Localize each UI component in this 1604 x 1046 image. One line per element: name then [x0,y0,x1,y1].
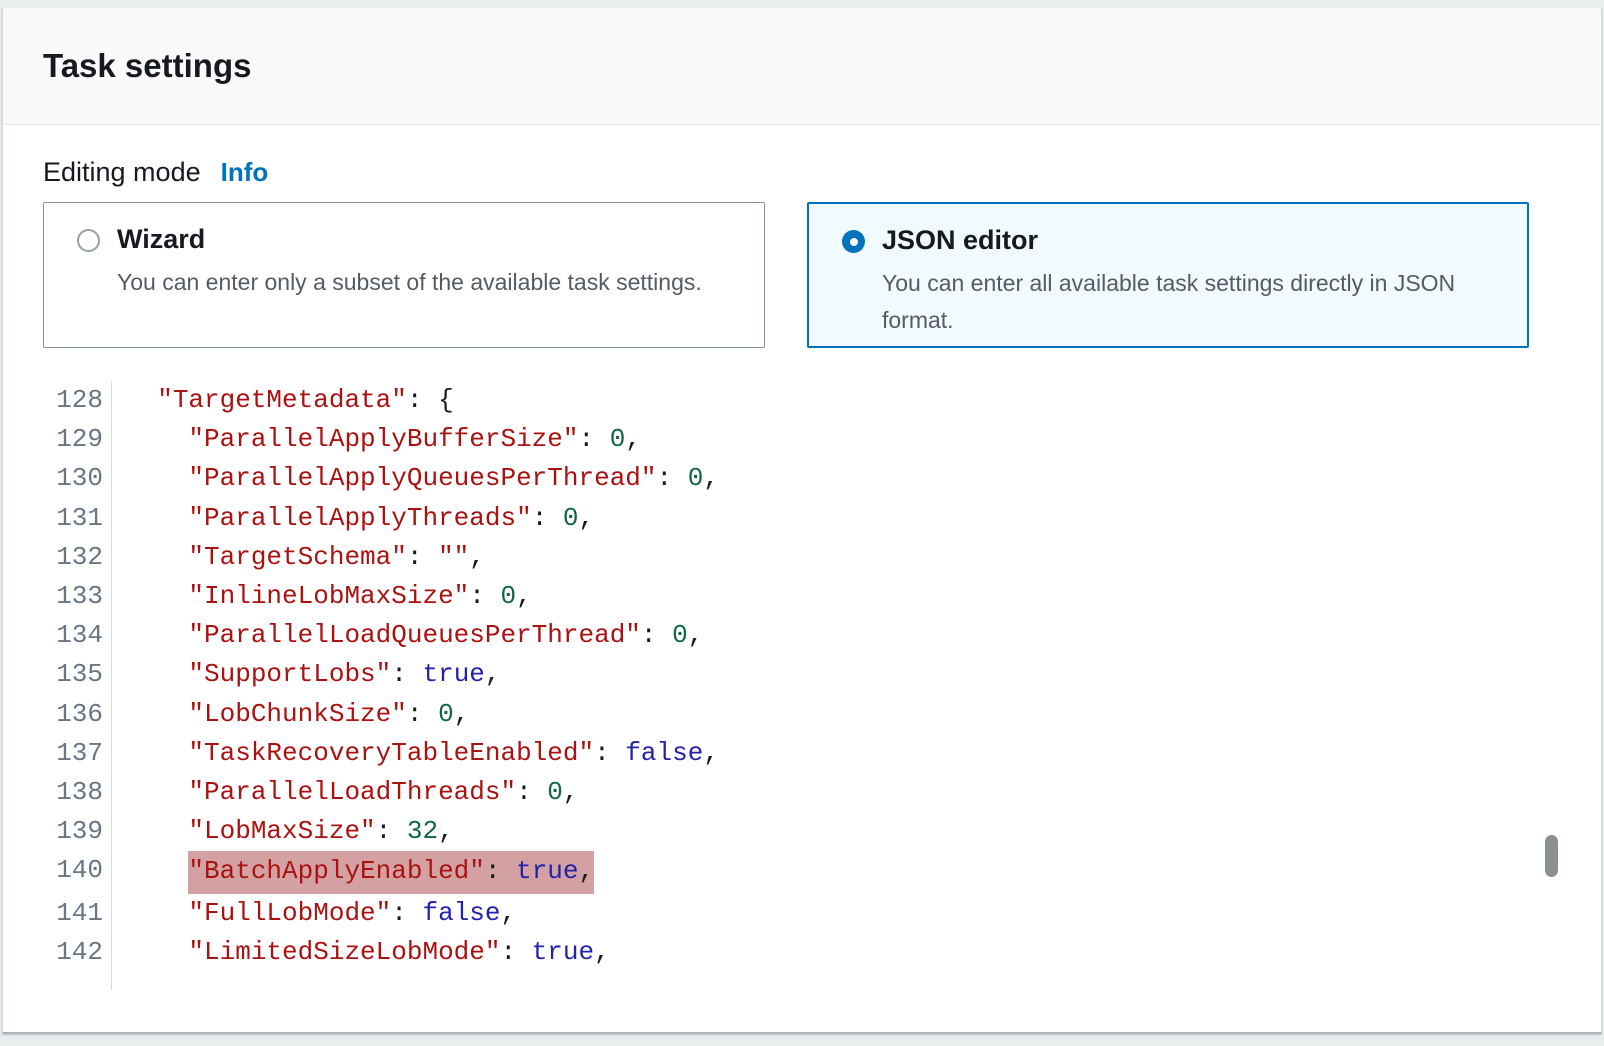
code-text: "TaskRecoveryTableEnabled": false, [103,734,719,773]
code-line[interactable]: 128 "TargetMetadata": { [43,381,1601,420]
code-text: "ParallelApplyThreads": 0, [103,499,594,538]
code-line[interactable]: 138 "ParallelLoadThreads": 0, [43,773,1601,812]
info-link[interactable]: Info [221,157,269,188]
panel-body: Editing mode Info Wizard You can enter o… [3,157,1601,990]
code-text: "SupportLobs": true, [103,655,501,694]
json-editor-option-description: You can enter all available task setting… [882,265,1507,339]
code-line[interactable]: 132 "TargetSchema": "", [43,538,1601,577]
code-line[interactable]: 141 "FullLobMode": false, [43,894,1601,933]
code-line[interactable]: 130 "ParallelApplyQueuesPerThread": 0, [43,459,1601,498]
code-text: "LobMaxSize": 32, [103,812,454,851]
wizard-option-description: You can enter only a subset of the avail… [117,264,742,301]
code-text: "BatchApplyEnabled": true, [103,851,594,893]
json-editor-option-card[interactable]: JSON editor You can enter all available … [807,202,1529,348]
line-number: 141 [43,894,103,933]
editing-mode-row: Editing mode Info [43,157,1601,188]
code-text: "TargetSchema": "", [103,538,485,577]
panel-header: Task settings [3,8,1601,125]
line-number: 131 [43,499,103,538]
task-settings-panel: Task settings Editing mode Info Wizard Y… [2,8,1602,1034]
code-line[interactable]: 131 "ParallelApplyThreads": 0, [43,499,1601,538]
json-editor-option-text: JSON editor You can enter all available … [882,204,1527,339]
wizard-option-card[interactable]: Wizard You can enter only a subset of th… [43,202,765,348]
line-number: 142 [43,933,103,972]
code-text: "ParallelLoadQueuesPerThread": 0, [103,616,703,655]
code-text: "FullLobMode": false, [103,894,516,933]
line-number: 132 [43,538,103,577]
line-number: 133 [43,577,103,616]
code-line[interactable]: 142 "LimitedSizeLobMode": true, [43,933,1601,972]
scrollbar-thumb[interactable] [1545,835,1558,877]
editing-mode-options: Wizard You can enter only a subset of th… [43,202,1601,348]
line-number: 134 [43,616,103,655]
json-editor-option-label: JSON editor [882,225,1527,256]
json-code-editor[interactable]: 128 "TargetMetadata": {129 "ParallelAppl… [43,381,1601,990]
line-number: 137 [43,734,103,773]
line-number: 129 [43,420,103,459]
line-number: 138 [43,773,103,812]
code-line[interactable]: 133 "InlineLobMaxSize": 0, [43,577,1601,616]
wizard-option-text: Wizard You can enter only a subset of th… [117,203,764,301]
json-editor-radio-button[interactable] [842,230,865,253]
code-line[interactable]: 137 "TaskRecoveryTableEnabled": false, [43,734,1601,773]
code-text: "TargetMetadata": { [103,381,454,420]
code-lines: 128 "TargetMetadata": {129 "ParallelAppl… [43,381,1601,972]
editing-mode-label: Editing mode [43,157,201,188]
wizard-option-label: Wizard [117,224,764,255]
line-number: 136 [43,695,103,734]
code-line[interactable]: 129 "ParallelApplyBufferSize": 0, [43,420,1601,459]
page-title: Task settings [43,47,251,85]
line-number: 135 [43,655,103,694]
code-line[interactable]: 134 "ParallelLoadQueuesPerThread": 0, [43,616,1601,655]
line-number: 130 [43,459,103,498]
code-line[interactable]: 136 "LobChunkSize": 0, [43,695,1601,734]
code-text: "ParallelLoadThreads": 0, [103,773,579,812]
line-number: 140 [43,851,103,893]
code-text: "ParallelApplyQueuesPerThread": 0, [103,459,719,498]
code-text: "InlineLobMaxSize": 0, [103,577,532,616]
code-text: "LobChunkSize": 0, [103,695,469,734]
code-line[interactable]: 135 "SupportLobs": true, [43,655,1601,694]
line-number: 128 [43,381,103,420]
code-line[interactable]: 140 "BatchApplyEnabled": true, [43,851,1601,893]
line-number: 139 [43,812,103,851]
code-text: "ParallelApplyBufferSize": 0, [103,420,641,459]
wizard-radio-button[interactable] [77,229,100,252]
code-line[interactable]: 139 "LobMaxSize": 32, [43,812,1601,851]
highlighted-code: "BatchApplyEnabled": true, [188,851,594,893]
code-text: "LimitedSizeLobMode": true, [103,933,610,972]
